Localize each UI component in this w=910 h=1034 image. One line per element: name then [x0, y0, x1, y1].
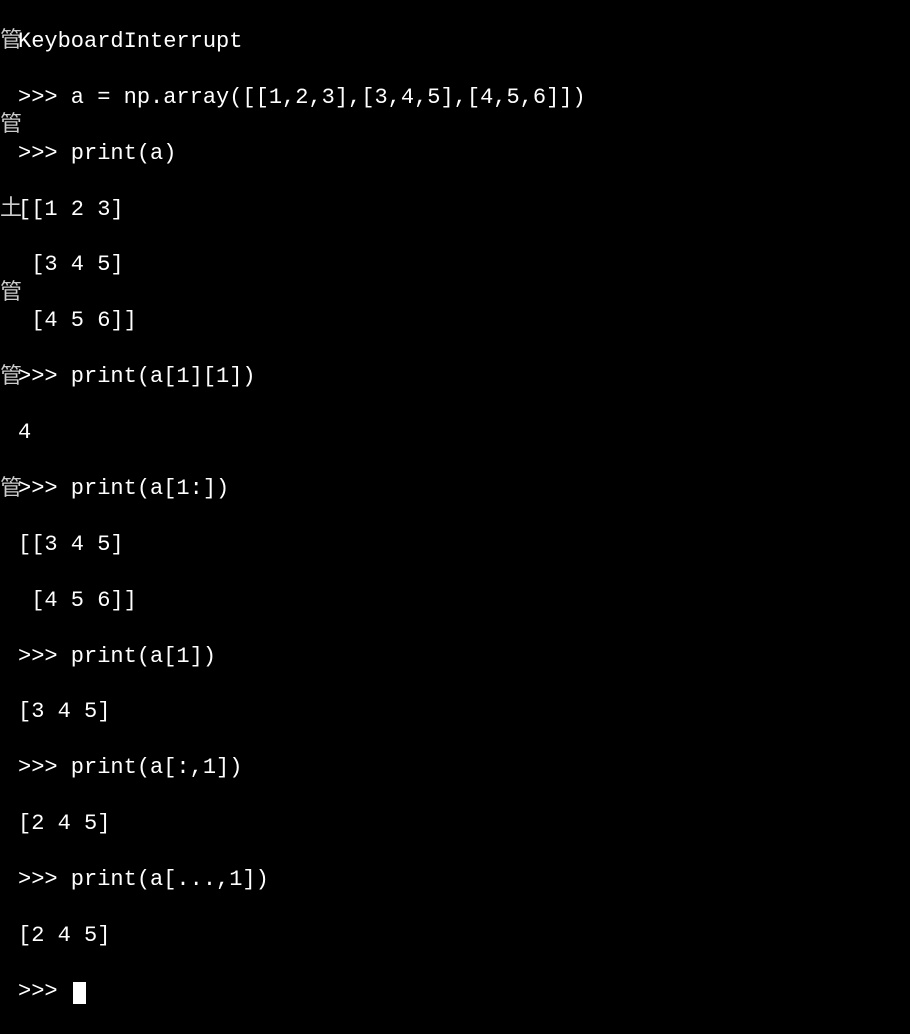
edge-char: 管	[0, 364, 22, 392]
input-line: >>> print(a[:,1])	[18, 754, 586, 782]
input-line: >>> print(a[1:])	[18, 475, 586, 503]
edge-char: 管	[0, 280, 22, 308]
edge-char: 管	[0, 476, 22, 504]
output-line: KeyboardInterrupt	[18, 28, 586, 56]
input-line: >>> print(a[...,1])	[18, 866, 586, 894]
output-line: [3 4 5]	[18, 698, 586, 726]
input-line: >>> print(a)	[18, 140, 586, 168]
output-line: [[1 2 3]	[18, 196, 586, 224]
cursor-icon	[73, 982, 86, 1004]
input-line: >>> a = np.array([[1,2,3],[3,4,5],[4,5,6…	[18, 84, 586, 112]
output-line: [[3 4 5]	[18, 531, 586, 559]
prompt-text: >>>	[18, 979, 71, 1004]
input-line: >>> print(a[1])	[18, 643, 586, 671]
edge-char: 管	[0, 112, 22, 140]
output-line: [4 5 6]]	[18, 307, 586, 335]
output-line: [2 4 5]	[18, 810, 586, 838]
edge-char: 土	[0, 196, 22, 224]
prompt-line[interactable]: >>>	[18, 978, 586, 1006]
terminal-output[interactable]: KeyboardInterrupt >>> a = np.array([[1,2…	[18, 0, 586, 1034]
output-line: 4	[18, 419, 586, 447]
input-line: >>> print(a[1][1])	[18, 363, 586, 391]
output-line: [4 5 6]]	[18, 587, 586, 615]
output-line: [3 4 5]	[18, 251, 586, 279]
output-line: [2 4 5]	[18, 922, 586, 950]
edge-char: 管	[0, 28, 22, 56]
